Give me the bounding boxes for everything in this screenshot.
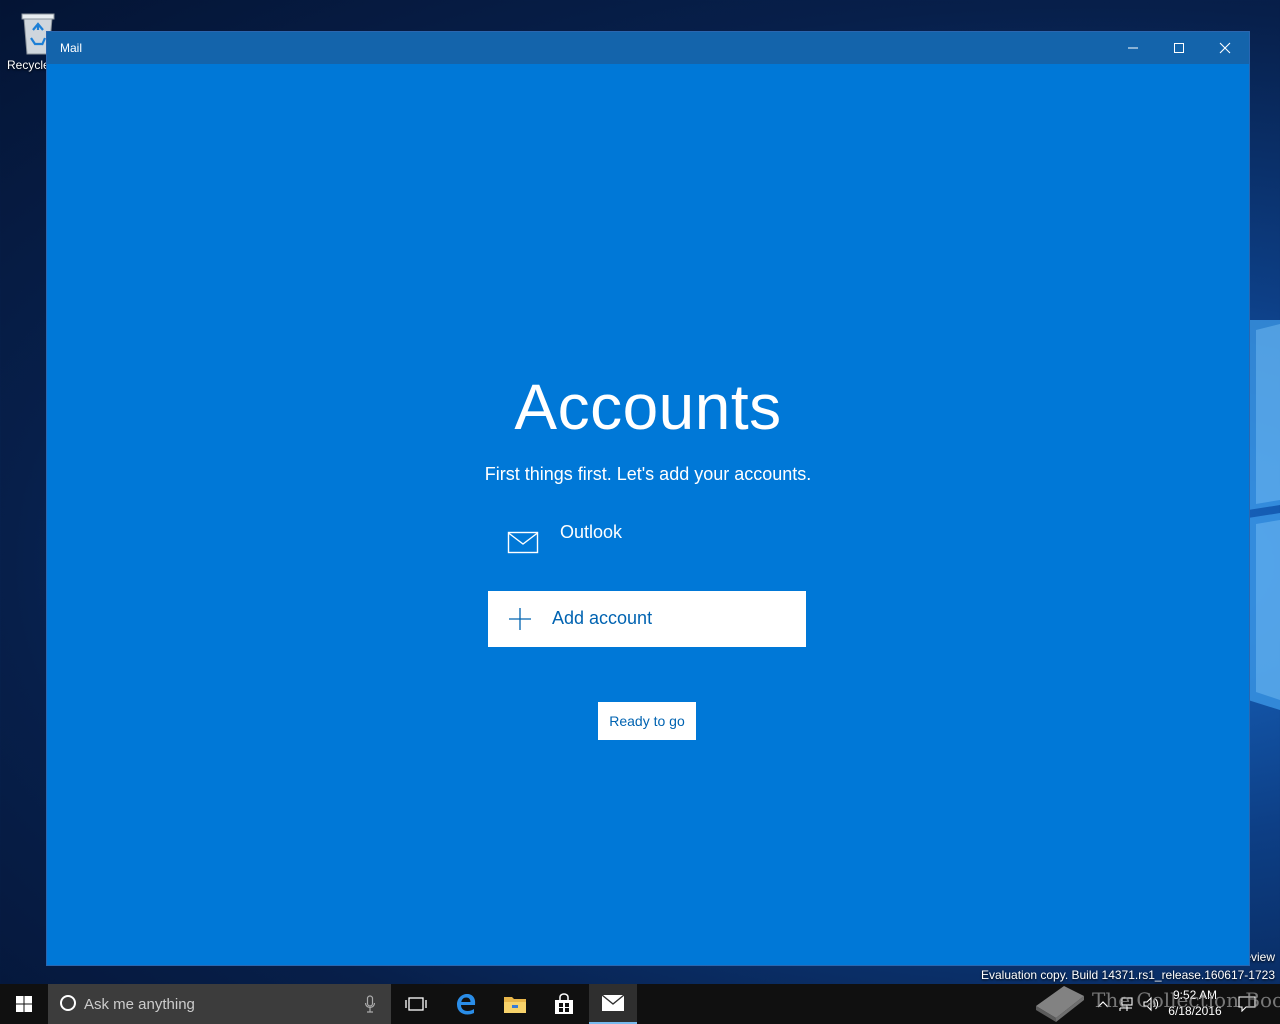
microphone-icon[interactable]	[364, 995, 376, 1013]
file-explorer-button[interactable]	[491, 984, 539, 1024]
plus-icon	[509, 608, 531, 630]
maximize-button[interactable]	[1156, 32, 1202, 64]
edge-button[interactable]	[442, 984, 490, 1024]
task-view-icon	[405, 997, 427, 1011]
mail-icon	[601, 994, 625, 1011]
accounts-page: Accounts First things first. Let's add y…	[47, 64, 1249, 965]
mail-window: Mail Accounts First things first. Let's …	[47, 32, 1249, 965]
overlay-watermark-text: The Collection Book	[1092, 988, 1280, 1012]
add-account-button[interactable]: Add account	[488, 591, 806, 647]
book-logo-watermark	[1036, 986, 1084, 1022]
close-icon	[1219, 42, 1231, 54]
search-placeholder: Ask me anything	[84, 996, 195, 1013]
mail-taskbar-button[interactable]	[589, 984, 637, 1024]
store-button[interactable]	[540, 984, 588, 1024]
ready-to-go-button[interactable]: Ready to go	[598, 702, 696, 740]
start-button[interactable]	[0, 984, 48, 1024]
task-view-button[interactable]	[392, 984, 440, 1024]
maximize-icon	[1174, 43, 1184, 53]
page-subtitle: First things first. Let's add your accou…	[484, 464, 812, 484]
cortana-icon	[60, 995, 76, 1011]
edge-icon	[457, 994, 476, 1015]
recycle-bin-label: Recycle	[7, 58, 50, 72]
windows-logo-icon	[16, 996, 32, 1012]
page-title: Accounts	[514, 371, 782, 443]
add-account-label: Add account	[552, 608, 653, 628]
windows-wallpaper-logo	[1248, 320, 1280, 710]
window-titlebar[interactable]: Mail	[47, 32, 1249, 64]
minimize-button[interactable]	[1110, 32, 1156, 64]
account-name: Outlook	[560, 522, 623, 542]
account-item-outlook[interactable]: Outlook	[505, 518, 805, 562]
store-icon	[555, 993, 573, 1014]
window-title: Mail	[60, 41, 83, 55]
evaluation-watermark: Evaluation copy. Build 14371.rs1_release…	[981, 968, 1275, 982]
close-button[interactable]	[1202, 32, 1248, 64]
minimize-icon	[1128, 47, 1138, 49]
search-box[interactable]: Ask me anything	[48, 984, 391, 1024]
file-explorer-icon	[504, 997, 526, 1013]
mail-icon	[507, 531, 539, 554]
